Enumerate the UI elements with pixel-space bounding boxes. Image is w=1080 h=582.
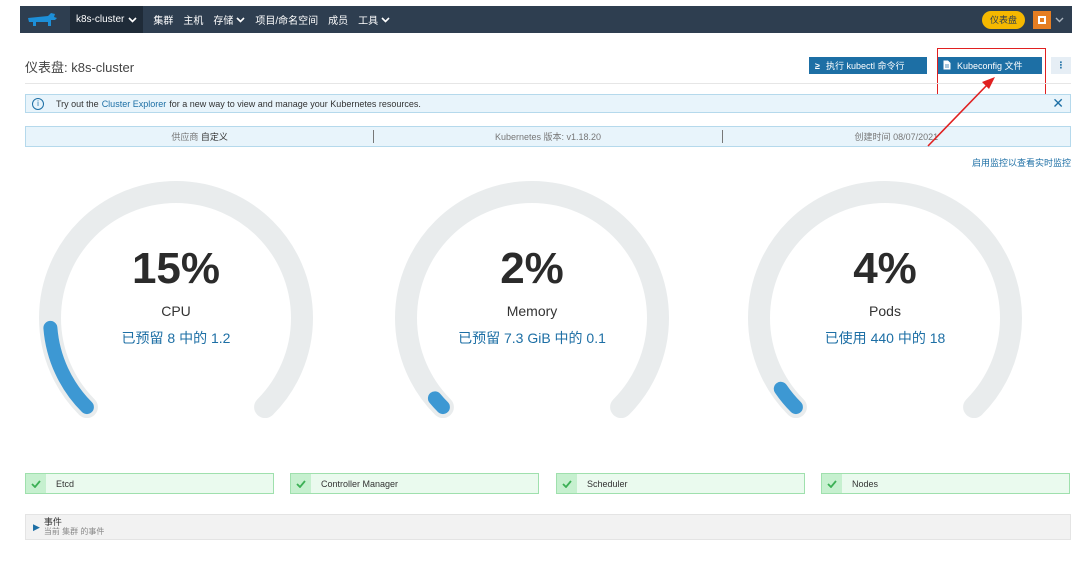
rancher-logo[interactable] — [20, 6, 64, 33]
gauge-track — [748, 181, 1022, 418]
provider-info: 供应商 自定义 — [26, 130, 373, 143]
status-controller-manager: Controller Manager — [290, 473, 539, 494]
created-value: 08/07/2021 — [893, 132, 939, 142]
created-label: 创建时间 — [854, 132, 891, 142]
gauge-label: CPU — [161, 303, 191, 319]
gauge-label: Pods — [869, 303, 901, 319]
kubectl-button-label: 执行 kubectl 命令行 — [825, 61, 905, 71]
user-avatar[interactable] — [1033, 10, 1051, 29]
k8s-version-label: Kubernetes 版本: — [494, 132, 564, 142]
chevron-down-icon — [236, 16, 245, 23]
nav-hosts-label: 主机 — [183, 16, 204, 27]
events-title: 事件 — [43, 517, 62, 527]
info-icon: i — [32, 97, 44, 110]
status-label: Scheduler — [587, 478, 628, 489]
check-icon — [291, 474, 311, 493]
nav-members[interactable]: 成员 — [328, 12, 348, 27]
chevron-down-icon[interactable] — [1055, 17, 1064, 23]
page-title: 仪表盘: k8s-cluster — [25, 60, 135, 75]
events-text: 事件 当前 集群 的事件 — [44, 517, 104, 537]
gauge-detail: 已预留 7.3 GiB 中的 0.1 — [458, 330, 606, 346]
nav-members-label: 成员 — [328, 16, 349, 27]
gauge-track — [395, 181, 669, 418]
cluster-info-bar: 供应商 自定义 Kubernetes 版本: v1.18.20 创建时间 08/… — [25, 126, 1071, 147]
nav-cluster[interactable]: 集群 — [153, 12, 173, 27]
nav-tools[interactable]: 工具 — [358, 12, 390, 27]
gauge-percent: 4% — [853, 244, 917, 293]
status-label: Controller Manager — [321, 478, 399, 489]
status-label: Etcd — [56, 478, 75, 489]
expand-triangle-icon[interactable]: ▶ — [33, 522, 40, 533]
gauge-detail: 已使用 440 中的 18 — [824, 330, 946, 346]
status-nodes: Nodes — [821, 473, 1070, 494]
check-icon — [26, 474, 46, 493]
kubectl-shell-button[interactable]: ≥ 执行 kubectl 命令行 — [809, 57, 927, 74]
nav-projects[interactable]: 项目/命名空间 — [255, 12, 318, 27]
nav-storage[interactable]: 存储 — [213, 12, 245, 27]
gauge-percent: 2% — [500, 244, 564, 293]
dashboard-pill[interactable]: 仪表盘 — [981, 10, 1025, 29]
memory-gauge: 2% Memory 已预留 7.3 GiB 中的 0.1 — [392, 178, 672, 418]
provider-label: 供应商 — [171, 132, 199, 142]
close-icon[interactable]: ✕ — [1052, 96, 1064, 110]
cluster-name: k8s-cluster — [76, 14, 125, 25]
events-section[interactable]: ▶ 事件 当前 集群 的事件 — [25, 514, 1071, 540]
gauge-detail: 已预留 8 中的 1.2 — [121, 330, 231, 346]
chevron-down-icon — [128, 16, 137, 23]
gauge-fill — [427, 391, 450, 415]
terminal-icon: ≥ — [815, 60, 820, 71]
events-subtitle: 当前 集群 的事件 — [43, 527, 105, 536]
cluster-explorer-link[interactable]: Cluster Explorer — [102, 99, 167, 109]
gauge-arc — [748, 181, 1022, 418]
status-scheduler: Scheduler — [556, 473, 805, 494]
check-icon — [822, 474, 842, 493]
banner-prefix: Try out the — [56, 98, 99, 109]
pods-gauge: 4% Pods 已使用 440 中的 18 — [745, 178, 1025, 418]
cpu-gauge: 15% CPU 已预留 8 中的 1.2 — [36, 178, 316, 418]
nav-cluster-label: 集群 — [153, 16, 174, 27]
more-actions-button[interactable]: ⋮ — [1051, 57, 1071, 74]
created-info: 创建时间 08/07/2021 — [723, 130, 1070, 143]
gauge-arc — [395, 181, 669, 418]
gauge-track — [39, 181, 313, 418]
nav-hosts[interactable]: 主机 — [183, 12, 203, 27]
status-label: Nodes — [852, 478, 879, 489]
gauge-arc — [39, 181, 313, 418]
cluster-switcher[interactable]: k8s-cluster — [70, 6, 144, 33]
gauge-label: Memory — [506, 303, 558, 319]
nav-tools-label: 工具 — [358, 16, 379, 27]
nav-projects-label: 项目/命名空间 — [255, 16, 319, 27]
title-divider — [25, 83, 1071, 84]
chevron-down-icon — [381, 16, 390, 23]
explorer-banner: i Try out the Cluster Explorer for a new… — [25, 94, 1071, 113]
k8s-version-value: v1.18.20 — [566, 132, 602, 142]
banner-suffix: for a new way to view and manage your Ku… — [169, 98, 421, 109]
check-icon — [557, 474, 577, 493]
annotation-highlight-box — [937, 48, 1046, 95]
nav-storage-label: 存储 — [213, 16, 234, 27]
top-nav: k8s-cluster 集群 主机 存储 项目/命名空间 成员 工具 仪表盘 — [20, 6, 1072, 33]
gauge-percent: 15% — [131, 244, 221, 293]
status-etcd: Etcd — [25, 473, 274, 494]
k8s-version-info: Kubernetes 版本: v1.18.20 — [374, 130, 721, 143]
provider-value: 自定义 — [200, 132, 228, 142]
enable-monitoring-link[interactable]: 启用监控以查看实时监控 — [972, 156, 1071, 169]
